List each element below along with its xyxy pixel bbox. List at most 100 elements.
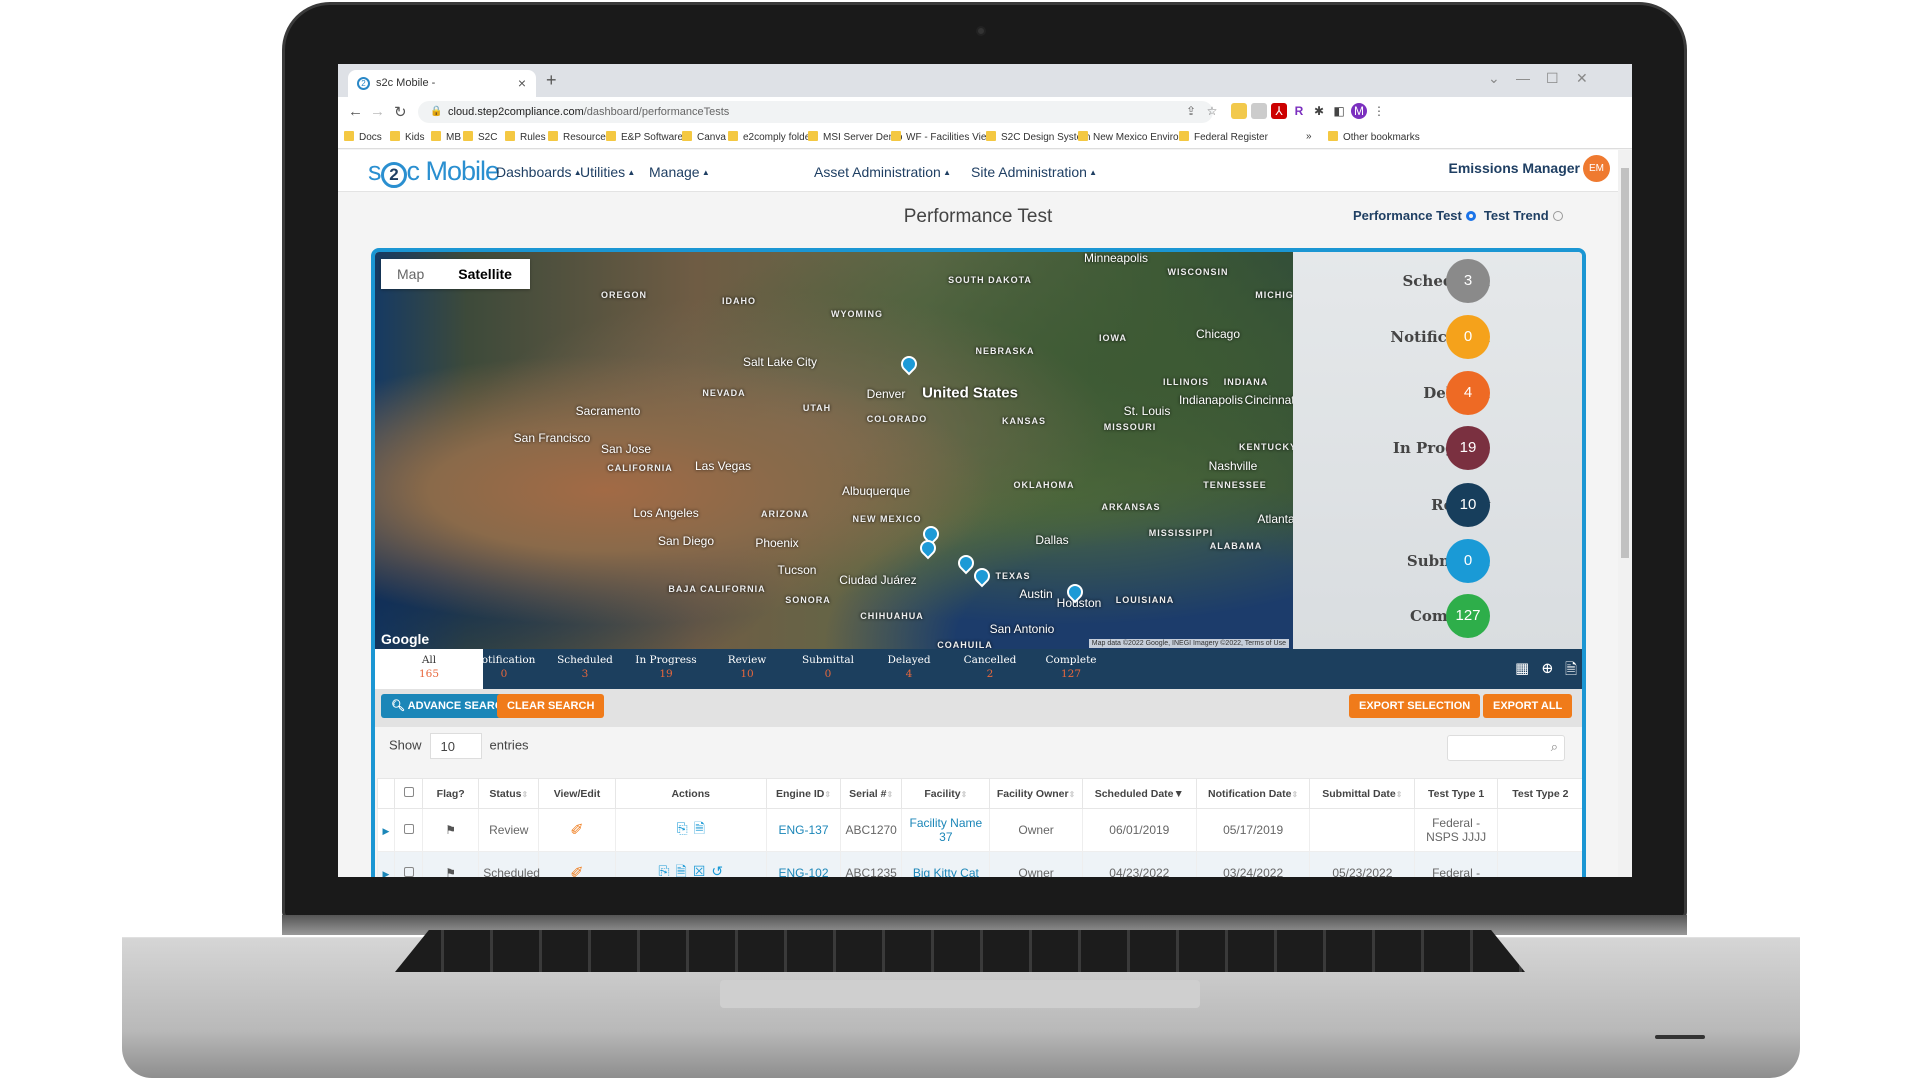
edit-pencil-icon[interactable]: ✐ xyxy=(570,822,583,839)
bookmark-wf-facilities-view[interactable]: WF - Facilities View xyxy=(891,131,994,143)
column-header-serial[interactable]: Serial #⇕ xyxy=(840,778,903,809)
expand-cell[interactable]: ▶ xyxy=(376,851,396,877)
side-panel-icon[interactable]: ◧ xyxy=(1331,103,1347,119)
facility-link[interactable]: Big Kitty Cat xyxy=(913,866,979,877)
extension-icon[interactable] xyxy=(1251,103,1267,119)
tab-submittal[interactable]: Submittal 0 xyxy=(783,649,873,689)
flag-icon[interactable]: ⚑ xyxy=(445,866,456,877)
close-window-icon[interactable]: ✕ xyxy=(1576,70,1588,87)
nav-site-administration[interactable]: Site Administration xyxy=(971,164,1097,180)
engine-id-link[interactable]: ENG-137 xyxy=(778,823,828,837)
satellite-button[interactable]: Satellite xyxy=(440,259,530,289)
url-field[interactable]: 🔒 cloud.step2compliance.com/dashboard/pe… xyxy=(418,101,1213,123)
column-header-facility[interactable]: Facility⇕ xyxy=(901,778,991,809)
grid-columns-icon[interactable]: ▦ xyxy=(1515,659,1529,677)
other-bookmarks[interactable]: Other bookmarks xyxy=(1328,131,1420,143)
puzzle-extensions-icon[interactable]: ✱ xyxy=(1311,103,1327,119)
column-header-status[interactable]: Status⇕ xyxy=(478,778,540,809)
nav-utilities[interactable]: Utilities xyxy=(580,164,635,180)
map-button[interactable]: Map xyxy=(381,259,440,289)
pdf-extension-icon[interactable]: ⅄ xyxy=(1271,103,1287,119)
facility-link[interactable]: Facility Name 37 xyxy=(910,816,983,844)
row-checkbox[interactable] xyxy=(403,867,414,877)
cancel-icon[interactable]: ☒ xyxy=(693,863,706,877)
export-file-icon[interactable]: 🗎 xyxy=(1565,659,1577,684)
copy-test-icon[interactable]: ⎘ xyxy=(677,820,688,836)
radio-test-trend[interactable] xyxy=(1552,211,1563,221)
tab-notification[interactable]: Notification 0 xyxy=(459,649,549,689)
bookmark-federal-register[interactable]: Federal Register xyxy=(1179,131,1268,143)
column-header-test-type-1[interactable]: Test Type 1 xyxy=(1414,778,1498,809)
back-icon[interactable]: ← xyxy=(348,103,363,120)
entries-select[interactable]: 10 xyxy=(429,733,482,759)
select-all-checkbox[interactable] xyxy=(403,787,414,797)
tab-scheduled[interactable]: Scheduled 3 xyxy=(540,649,630,689)
row-checkbox[interactable] xyxy=(403,824,414,834)
star-icon[interactable]: ☆ xyxy=(1204,103,1220,119)
facility-pin-icon[interactable] xyxy=(897,352,921,376)
bookmark-s2c[interactable]: S2C xyxy=(463,131,497,143)
facility-pin-icon[interactable] xyxy=(970,564,994,588)
tab-complete[interactable]: Complete 127 xyxy=(1026,649,1116,689)
column-header-facility-owner[interactable]: Facility Owner⇕ xyxy=(989,778,1083,809)
more-bookmarks-icon[interactable]: » xyxy=(1306,131,1312,142)
page-scrollbar[interactable] xyxy=(1618,150,1632,877)
radio-label-test-trend[interactable]: Test Trend xyxy=(1484,208,1549,223)
table-search-input[interactable]: ⌕ xyxy=(1447,735,1565,761)
stat-count-scheduled[interactable]: 3 xyxy=(1446,259,1490,303)
map-terms[interactable]: Map data ©2022 Google, INEGI Imagery ©20… xyxy=(1088,639,1289,648)
bookmark-msi-server-demo[interactable]: MSI Server Demo xyxy=(808,131,902,143)
satellite-map[interactable]: Map Satellite Google Map data ©2022 Goog… xyxy=(375,252,1308,650)
bookmark-canva[interactable]: Canva xyxy=(682,131,726,143)
bookmark-kids[interactable]: Kids xyxy=(390,131,424,143)
document-icon[interactable]: 🗎 xyxy=(676,863,687,877)
bookmark-new-mexico-enviro[interactable]: New Mexico Enviro... xyxy=(1078,131,1187,143)
table-row[interactable]: ▶ ⚑ Scheduled ✐ ⎘ 🗎 ☒ ↺ ENG-102 ABC1235 Big Kitty … xyxy=(376,851,1582,877)
menu-kebab-icon[interactable]: ⋮ xyxy=(1371,103,1387,119)
engine-id-link[interactable]: ENG-102 xyxy=(778,866,828,877)
column-header-test-type-2[interactable]: Test Type 2 xyxy=(1496,778,1582,809)
column-header-submittal-date[interactable]: Submittal Date⇕ xyxy=(1309,778,1416,809)
radio-performance-test[interactable] xyxy=(1465,211,1476,221)
column-header-flag[interactable]: Flag? xyxy=(422,778,480,809)
column-header-actions[interactable]: Actions xyxy=(614,778,767,809)
add-circle-icon[interactable]: ⊕ xyxy=(1541,659,1554,677)
column-header-view-edit[interactable]: View/Edit xyxy=(538,778,616,809)
column-header-notification-date[interactable]: Notification Date⇕ xyxy=(1195,778,1311,809)
browser-tab[interactable]: 2 s2c Mobile - × xyxy=(348,70,536,97)
tab-cancelled[interactable]: Cancelled 2 xyxy=(945,649,1035,689)
copy-test-icon[interactable]: ⎘ xyxy=(658,863,669,877)
bookmark-s2c-design-system[interactable]: S2C Design System xyxy=(986,131,1090,143)
tab-search-icon[interactable]: ⌄ xyxy=(1488,70,1500,87)
profile-avatar[interactable]: M xyxy=(1351,103,1367,119)
bookmark-e-p-software[interactable]: E&P Software xyxy=(606,131,683,143)
tab-review[interactable]: Review 10 xyxy=(702,649,792,689)
history-icon[interactable]: ↺ xyxy=(711,863,723,877)
nav-dashboards[interactable]: Dashboards xyxy=(496,164,582,180)
share-icon[interactable]: ⇪ xyxy=(1183,103,1199,119)
stat-count-submittal[interactable]: 0 xyxy=(1446,539,1490,583)
edit-pencil-icon[interactable]: ✐ xyxy=(570,865,583,877)
flag-icon[interactable]: ⚑ xyxy=(445,823,456,837)
expand-cell[interactable]: ▶ xyxy=(376,808,396,852)
s2c-mobile-logo[interactable]: s2c Mobile xyxy=(368,156,500,188)
minimize-icon[interactable]: — xyxy=(1516,70,1530,86)
stat-count-in-progress[interactable]: 19 xyxy=(1446,426,1490,470)
close-tab-icon[interactable]: × xyxy=(518,75,526,91)
new-tab-icon[interactable]: + xyxy=(546,70,557,91)
stat-count-review[interactable]: 10 xyxy=(1446,483,1490,527)
document-icon[interactable]: 🗎 xyxy=(694,820,705,836)
scrollbar-thumb[interactable] xyxy=(1621,168,1629,558)
avatar[interactable]: EM xyxy=(1583,155,1610,182)
clear-search-button[interactable]: CLEAR SEARCH xyxy=(497,694,605,718)
stat-count-delayed[interactable]: 4 xyxy=(1446,371,1490,415)
bookmark-docs[interactable]: Docs xyxy=(344,131,382,143)
expand-row-icon[interactable]: ▶ xyxy=(383,826,390,836)
tab-delayed[interactable]: Delayed 4 xyxy=(864,649,954,689)
r-extension-icon[interactable]: R xyxy=(1291,103,1307,119)
user-role[interactable]: Emissions Manager xyxy=(1449,160,1581,176)
maximize-icon[interactable]: ☐ xyxy=(1546,70,1559,87)
column-header-engine-id[interactable]: Engine ID⇕ xyxy=(765,778,842,809)
facility-pin-icon[interactable] xyxy=(954,551,978,575)
column-header-scheduled-date[interactable]: Scheduled Date▼ xyxy=(1081,778,1197,809)
